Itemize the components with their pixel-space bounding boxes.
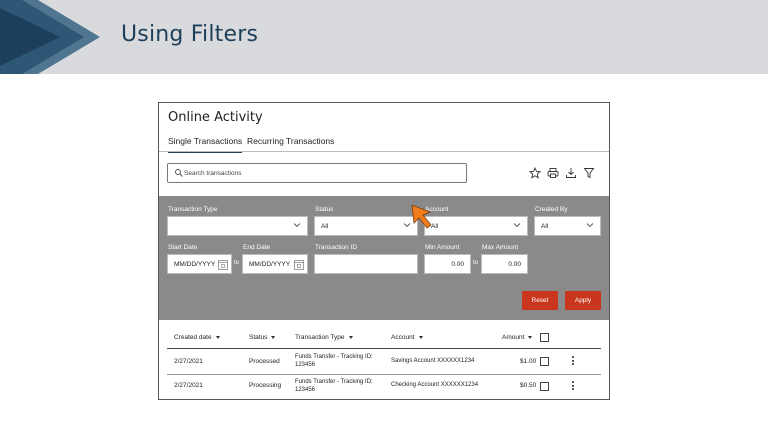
account-select[interactable]: All xyxy=(424,216,528,236)
end-date-input[interactable]: MM/DD/YYYY xyxy=(242,254,308,274)
transaction-type-label: Transaction Type xyxy=(168,206,218,213)
calendar-icon[interactable] xyxy=(218,259,228,270)
row-date: 2/27/2021 xyxy=(174,382,203,389)
column-created-date-label: Created date xyxy=(174,334,212,341)
max-amount-label: Max Amount xyxy=(482,244,519,251)
sort-caret-icon xyxy=(418,335,423,339)
row-status: Processed xyxy=(249,358,280,365)
reset-button[interactable]: Reset xyxy=(522,291,558,310)
column-status[interactable]: Status xyxy=(249,334,276,341)
slide-title: Using Filters xyxy=(121,22,259,47)
row-date: 2/27/2021 xyxy=(174,358,203,365)
search-input[interactable] xyxy=(184,167,454,180)
column-amount-label: Amount xyxy=(502,334,525,341)
more-options-icon[interactable] xyxy=(572,381,576,392)
header-divider xyxy=(167,348,601,349)
tab-recurring-transactions[interactable]: Recurring Transactions xyxy=(247,136,334,151)
chevron-down-icon xyxy=(293,223,301,228)
select-all-checkbox[interactable] xyxy=(540,333,549,342)
column-transaction-type-label: Transaction Type xyxy=(295,334,345,341)
status-select[interactable]: All xyxy=(314,216,418,236)
print-icon[interactable] xyxy=(547,167,559,179)
row-account: Savings Account XXXXXX1234 xyxy=(391,358,475,364)
row-type-line2: 123456 xyxy=(295,387,316,393)
column-created-date[interactable]: Created date xyxy=(174,334,220,341)
online-activity-panel: Online Activity Single Transactions Recu… xyxy=(158,102,610,400)
min-amount-value: 0.00 xyxy=(451,261,464,268)
column-transaction-type[interactable]: Transaction Type xyxy=(295,334,353,341)
download-icon[interactable] xyxy=(565,167,577,179)
row-account: Checking Account XXXXXX1234 xyxy=(391,382,479,388)
min-amount-label: Min Amount xyxy=(425,244,460,251)
column-account[interactable]: Account xyxy=(391,334,423,341)
status-label: Status xyxy=(315,206,334,213)
status-value: All xyxy=(321,223,329,230)
created-by-label: Created By xyxy=(535,206,568,213)
row-status: Processing xyxy=(249,382,282,389)
filter-panel: Transaction Type Status All Account All … xyxy=(159,196,609,320)
max-amount-input[interactable]: 0.00 xyxy=(481,254,528,274)
chevron-down-icon xyxy=(513,223,521,228)
row-divider xyxy=(167,374,601,375)
row-amount: $0.50 xyxy=(520,382,537,389)
created-by-value: All xyxy=(541,223,549,230)
star-icon[interactable] xyxy=(529,167,541,179)
search-box[interactable] xyxy=(167,163,467,183)
calendar-icon[interactable] xyxy=(294,259,304,270)
filter-icon[interactable] xyxy=(583,167,595,179)
slide-header: Using Filters xyxy=(0,0,768,74)
sort-caret-icon xyxy=(528,335,533,339)
sort-caret-icon xyxy=(271,335,276,339)
column-amount[interactable]: Amount xyxy=(502,334,533,341)
sort-caret-icon xyxy=(215,335,220,339)
search-icon xyxy=(175,169,183,177)
date-to-label: to xyxy=(234,260,240,266)
column-status-label: Status xyxy=(249,334,268,341)
transaction-id-input[interactable] xyxy=(314,254,418,274)
apply-button[interactable]: Apply xyxy=(565,291,601,310)
chevron-logo xyxy=(0,0,100,74)
row-checkbox[interactable] xyxy=(540,382,549,391)
start-date-input[interactable]: MM/DD/YYYY xyxy=(167,254,232,274)
pointer-arrow-icon xyxy=(411,204,432,229)
chevron-down-icon xyxy=(586,223,594,228)
column-account-label: Account xyxy=(391,334,415,341)
start-date-label: Start Date xyxy=(168,244,198,251)
panel-title: Online Activity xyxy=(168,110,263,125)
tab-divider xyxy=(159,151,609,152)
row-amount: $1.00 xyxy=(520,358,537,365)
transaction-id-label: Transaction ID xyxy=(315,244,358,251)
max-amount-value: 0.00 xyxy=(508,261,521,268)
more-options-icon[interactable] xyxy=(572,356,576,367)
amount-to-label: to xyxy=(473,260,479,266)
end-date-value: MM/DD/YYYY xyxy=(249,261,291,268)
end-date-label: End Date xyxy=(243,244,271,251)
min-amount-input[interactable]: 0.00 xyxy=(424,254,471,274)
transaction-type-select[interactable] xyxy=(167,216,308,236)
sort-caret-icon xyxy=(348,335,353,339)
start-date-value: MM/DD/YYYY xyxy=(174,261,216,268)
row-type-line2: 123456 xyxy=(295,362,316,368)
created-by-select[interactable]: All xyxy=(534,216,601,236)
row-checkbox[interactable] xyxy=(540,357,549,366)
